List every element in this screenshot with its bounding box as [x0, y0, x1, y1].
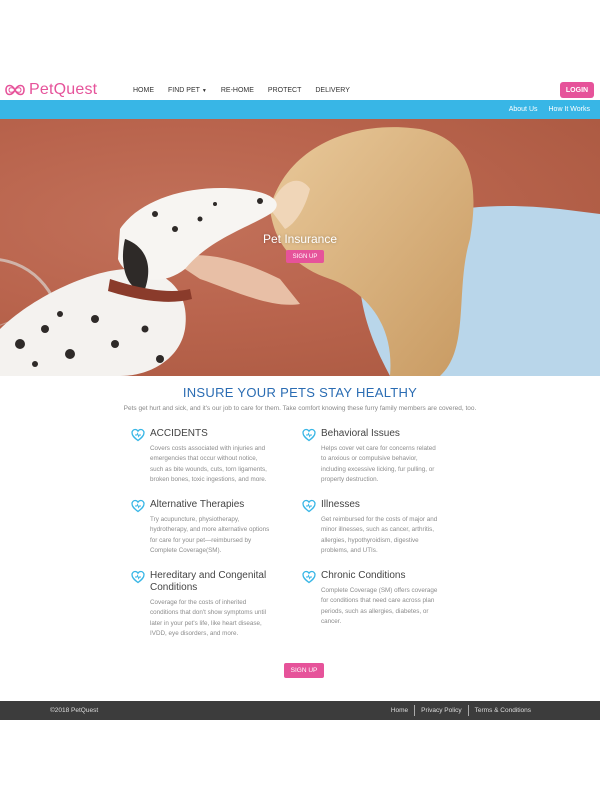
feature-description-line: broken bones, toxic ingestions, and more…: [150, 476, 267, 484]
feature-description-line: minor illnesses, such as cancer, arthrit…: [321, 526, 435, 534]
nav-item-protect[interactable]: PROTECT: [268, 87, 301, 94]
nav-item-find-pet[interactable]: FIND PET ▼: [168, 87, 207, 94]
footer-link-privacy-policy[interactable]: Privacy Policy: [415, 707, 467, 714]
subnav-about-us[interactable]: About Us: [509, 106, 538, 113]
hero-signup-button[interactable]: SIGN UP: [286, 250, 324, 263]
nav-item-home[interactable]: HOME: [133, 87, 154, 94]
logo-icon: [5, 84, 25, 96]
signup-button[interactable]: SIGN UP: [284, 663, 324, 678]
nav-item-find-pet-label: FIND PET: [168, 86, 200, 94]
feature-description-line: conditions that don't show symptoms unti…: [150, 609, 267, 617]
caret-down-icon: ▼: [201, 87, 207, 94]
heart-icon: [131, 570, 145, 584]
section-title: INSURE YOUR PETS STAY HEALTHY: [182, 385, 418, 400]
nav-item-delivery[interactable]: DELIVERY: [315, 87, 350, 94]
feature-description-line: cancer.: [321, 618, 342, 626]
heart-icon: [302, 499, 316, 513]
feature-description-line: to anxious or compulsive behavior,: [321, 455, 418, 463]
feature-description-line: Coverage for the costs of inherited: [150, 599, 247, 606]
feature-description-line: later in your pet's life, like heart dis…: [150, 619, 262, 627]
section-subtitle: Pets get hurt and sick, and it's our job…: [123, 405, 477, 412]
footer-link-terms[interactable]: Terms & Conditions: [469, 707, 537, 714]
feature-description-line: allergies, hypothyroidism, digestive: [321, 536, 419, 544]
footer-link-home[interactable]: Home: [385, 707, 414, 714]
feature-description: Coverage for the costs of inherited cond…: [150, 598, 288, 640]
feature-description-line: Complete Coverage (SM) offers coverage: [321, 587, 438, 594]
brand-name: PetQuest: [29, 81, 98, 98]
feature-description-line: Try acupuncture, physiotherapy,: [150, 516, 240, 523]
footer-links: Home Privacy Policy Terms & Conditions: [385, 701, 537, 720]
feature-description-line: periods, such as allergies, diabetes, or: [321, 607, 429, 615]
feature-title: Behavioral Issues: [321, 428, 400, 439]
feature-title: Alternative Therapies: [150, 499, 245, 510]
login-button[interactable]: LOGIN: [560, 82, 594, 98]
feature-description-line: emergencies that occur without notice,: [150, 455, 258, 463]
heart-icon: [131, 428, 145, 442]
copyright-text: ©2018 PetQuest: [50, 707, 99, 714]
main-nav: HOME FIND PET ▼ RE-HOME PROTECT DELIVERY: [133, 80, 364, 100]
top-navbar: PetQuest HOME FIND PET ▼ RE-HOME PROTECT …: [0, 80, 600, 100]
feature-description-line: including excessive licking, fur pulling…: [321, 465, 435, 473]
feature-description: Complete Coverage (SM) offers coverage f…: [321, 586, 459, 628]
hero-title: Pet Insurance: [262, 232, 338, 246]
heart-icon: [302, 570, 316, 584]
feature-title-line: Conditions: [150, 582, 198, 593]
feature-title: ACCIDENTS: [150, 428, 208, 439]
feature-description: Get reimbursed for the costs of major an…: [321, 515, 459, 557]
feature-description-line: problems, and UTIs.: [321, 547, 378, 555]
feature-description-line: property destruction.: [321, 476, 379, 484]
feature-title-line: Hereditary and Congenital: [150, 570, 267, 581]
feature-description-line: Get reimbursed for the costs of major an…: [321, 516, 438, 523]
feature-description-line: Complete Coverage(SM).: [150, 547, 222, 555]
hero-banner: Pet Insurance SIGN UP: [0, 119, 600, 376]
feature-description: Helps cover vet care for concerns relate…: [321, 444, 459, 486]
feature-description-line: for care for your pet—reimbursed by: [150, 536, 252, 544]
subnav-how-it-works[interactable]: How It Works: [549, 106, 591, 113]
feature-title: Hereditary and Congenital Conditions: [150, 570, 300, 594]
secondary-navbar: About Us How It Works: [0, 100, 600, 119]
feature-description-line: IVDD, eye disorders, and more.: [150, 630, 239, 638]
feature-description-line: for conditions that need care across pla…: [321, 597, 435, 605]
feature-title: Illnesses: [321, 499, 360, 510]
heart-icon: [302, 428, 316, 442]
hero-image: [0, 127, 600, 376]
nav-item-re-home[interactable]: RE-HOME: [221, 87, 254, 94]
brand-logo[interactable]: PetQuest: [5, 80, 97, 100]
feature-description: Try acupuncture, physiotherapy, hydrothe…: [150, 515, 288, 557]
heart-icon: [131, 499, 145, 513]
feature-description: Covers costs associated with injuries an…: [150, 444, 288, 486]
feature-description-line: Covers costs associated with injuries an…: [150, 445, 266, 452]
feature-description-line: such as bite wounds, cuts, torn ligament…: [150, 465, 267, 473]
feature-description-line: hydrotherapy, and more alternative optio…: [150, 526, 270, 534]
feature-title: Chronic Conditions: [321, 570, 406, 581]
footer: ©2018 PetQuest Home Privacy Policy Terms…: [0, 701, 600, 720]
feature-description-line: Helps cover vet care for concerns relate…: [321, 445, 436, 452]
